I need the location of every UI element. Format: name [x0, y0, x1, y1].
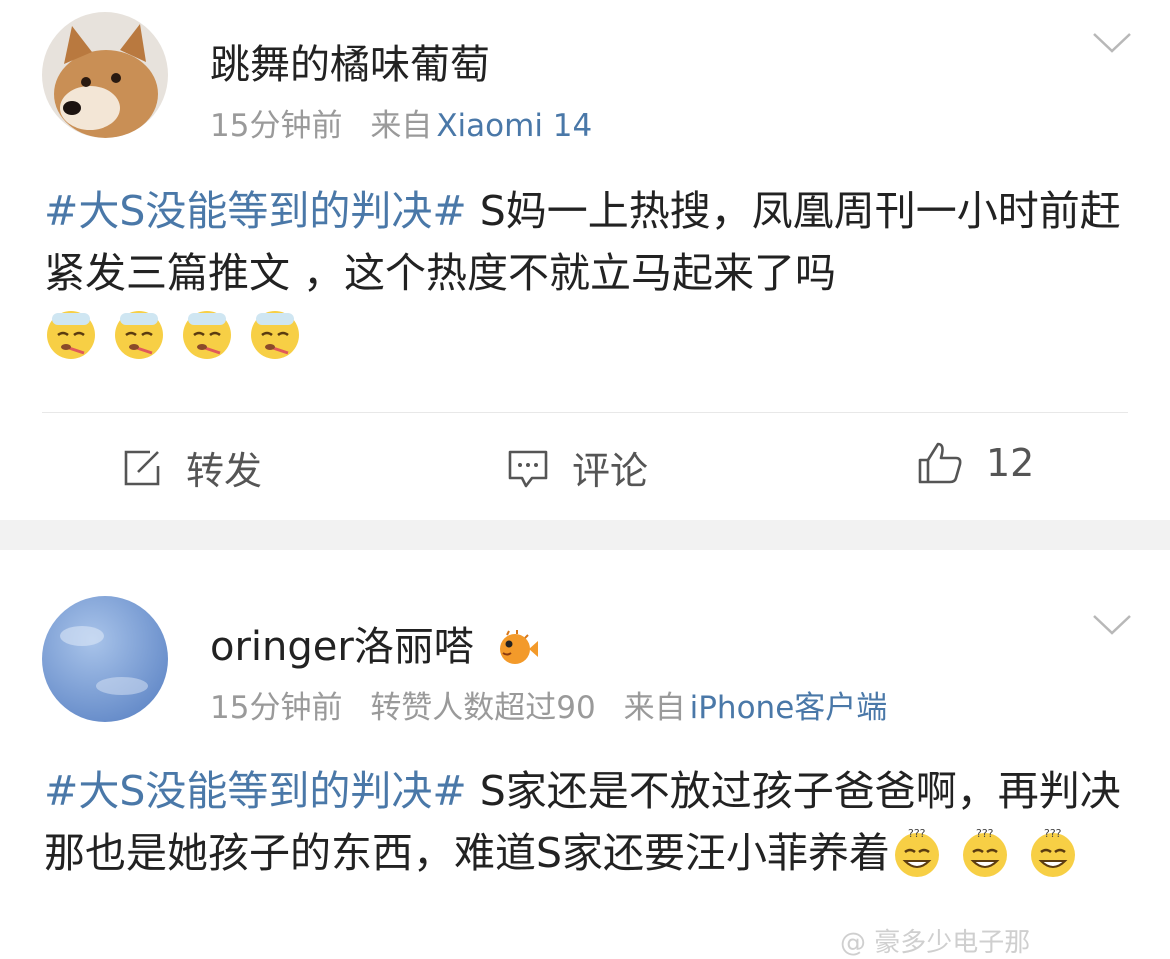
like-count: 12	[986, 441, 1035, 485]
sick-face-emoji	[47, 311, 95, 359]
post-card: 跳舞的橘味葡萄 15分钟前 来自 Xiaomi 14 #大S没能等到的判决# S妈…	[0, 0, 1170, 520]
svg-text:???: ???	[1044, 827, 1062, 840]
post-meta: 15分钟前 转赞人数超过90 来自 iPhone客户端	[210, 682, 887, 727]
repost-label: 转发	[186, 449, 263, 493]
hashtag[interactable]: #大S没能等到的判决#	[44, 767, 467, 815]
divider	[42, 412, 1128, 413]
confused-grin-emoji: ???	[895, 827, 940, 877]
repost-button[interactable]: 转发	[120, 440, 262, 495]
confused-grin-emoji: ???	[963, 827, 1008, 877]
avatar[interactable]	[42, 596, 168, 722]
username[interactable]: 跳舞的橘味葡萄	[210, 32, 490, 90]
post-body: #大S没能等到的判决# S家还是不放过孩子爸爸啊，再判决那也是她孩子的东西，难道…	[44, 760, 1144, 884]
sick-face-emoji	[251, 311, 299, 359]
post-body: #大S没能等到的判决# S妈一上热搜，凤凰周刊一小时前赶紧发三篇推文 ，这个热度…	[44, 180, 1144, 366]
like-button[interactable]: 12	[916, 440, 1034, 486]
pufferfish-icon	[499, 630, 538, 664]
post-meta: 15分钟前 来自 Xiaomi 14	[210, 100, 592, 145]
sick-face-emoji	[115, 311, 163, 359]
sick-face-emoji	[183, 311, 231, 359]
repost-threshold: 转赞人数超过90	[370, 690, 596, 726]
svg-text:???: ???	[976, 827, 994, 840]
repost-icon	[124, 450, 160, 485]
chevron-down-icon[interactable]	[1092, 32, 1132, 54]
confused-grin-emoji: ???	[1031, 827, 1076, 877]
post-card: oringer洛丽嗒 15分钟前 转赞人数超过90 来自 iPhone客户端 #大…	[0, 550, 1170, 943]
username[interactable]: oringer洛丽嗒	[210, 614, 539, 672]
username-text: oringer洛丽嗒	[210, 624, 474, 670]
watermark: @ 豪多少电子那	[840, 928, 1031, 958]
comment-button[interactable]: 评论	[506, 440, 648, 495]
post-time: 15分钟前	[210, 690, 343, 726]
post-time: 15分钟前	[210, 108, 343, 144]
source-prefix: 来自	[370, 108, 433, 144]
thumbs-up-icon	[918, 442, 962, 484]
post-separator	[0, 520, 1170, 550]
comment-icon	[508, 450, 548, 487]
svg-text:???: ???	[908, 827, 926, 840]
avatar[interactable]	[42, 12, 168, 138]
hashtag[interactable]: #大S没能等到的判决#	[44, 187, 467, 235]
post-source[interactable]: iPhone客户端	[690, 690, 888, 726]
chevron-down-icon[interactable]	[1092, 614, 1132, 636]
source-prefix: 来自	[623, 690, 686, 726]
comment-label: 评论	[572, 449, 649, 493]
post-source[interactable]: Xiaomi 14	[436, 108, 592, 144]
